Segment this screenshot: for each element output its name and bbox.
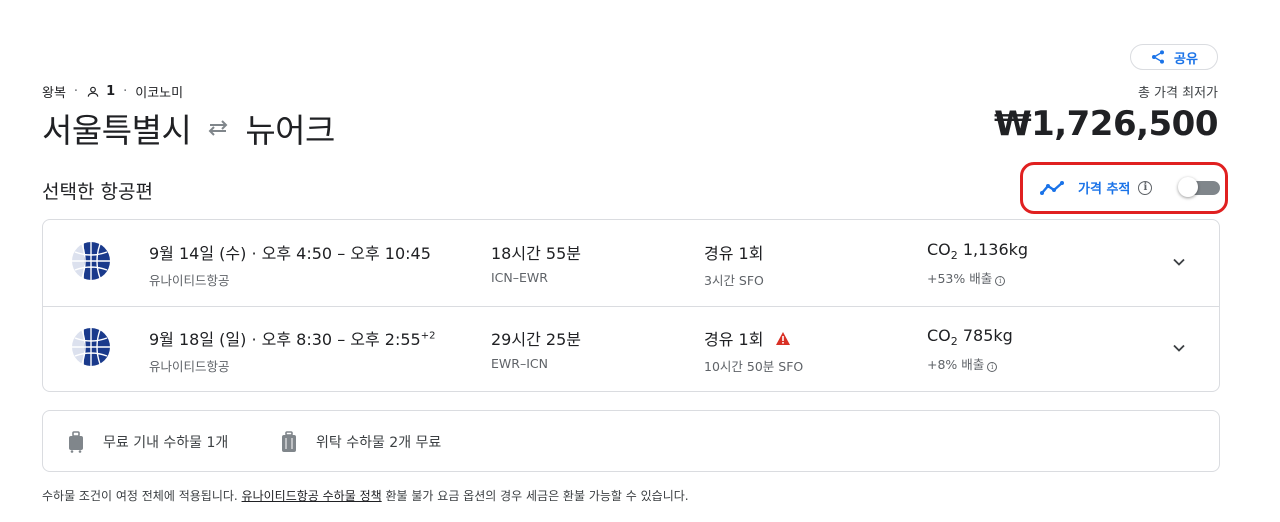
flight-row[interactable]: 9월 14일 (수) · 오후 4:50 – 오후 10:45 유나이티드항공 …: [43, 220, 1219, 307]
info-icon[interactable]: i: [987, 362, 998, 373]
toggle-knob: [1178, 177, 1198, 197]
flight-date: 9월 14일 (수): [149, 244, 247, 263]
chevron-down-icon[interactable]: [1169, 338, 1189, 358]
carry-on-bag-label: 무료 기내 수하물 1개: [103, 435, 229, 451]
stops: 경유 1회: [704, 326, 803, 350]
emissions-delta: +8% 배출: [927, 357, 985, 373]
carry-on-bag-icon: [69, 431, 83, 453]
arrival-time: 오후 10:45: [350, 244, 431, 263]
share-label: 공유: [1174, 51, 1198, 67]
flight-row[interactable]: 9월 18일 (일) · 오후 8:30 – 오후 2:55+2 유나이티드항공…: [43, 306, 1219, 392]
origin-city: 서울특별시: [42, 111, 192, 150]
cabin-class: 이코노미: [135, 86, 184, 101]
chevron-down-icon[interactable]: [1169, 252, 1189, 272]
info-icon[interactable]: i: [1138, 180, 1153, 195]
price-tracking-toggle[interactable]: [1178, 177, 1220, 197]
destination-city: 뉴어크: [245, 111, 335, 150]
flight-route: ICN–EWR: [491, 270, 548, 285]
flight-route: EWR–ICN: [491, 356, 548, 371]
united-airlines-logo: [70, 326, 112, 368]
departure-time: 오후 4:50: [261, 244, 333, 263]
checked-bag-icon: [282, 431, 296, 452]
emissions-delta: +53% 배출: [927, 271, 993, 287]
checked-bag-label: 위탁 수하물 2개 무료: [316, 435, 442, 451]
flight-duration: 18시간 55분: [491, 244, 581, 263]
trip-type: 왕복: [42, 86, 66, 101]
share-button[interactable]: 공유: [1130, 44, 1218, 70]
price-tracking-label: 가격 추적: [1078, 182, 1131, 197]
baggage-policy-link[interactable]: 유나이티드항공 수하물 정책: [242, 489, 382, 503]
flight-date: 9월 18일 (일): [149, 330, 247, 349]
trend-line-icon: [1040, 180, 1064, 195]
flight-times: 9월 18일 (일) · 오후 8:30 – 오후 2:55+2: [149, 330, 436, 349]
info-icon[interactable]: i: [995, 276, 1006, 287]
trip-meta: 왕복 · 1 · 이코노미: [42, 84, 184, 101]
airline-name: 유나이티드항공: [149, 273, 230, 288]
baggage-info: 무료 기내 수하물 1개 위탁 수하물 2개 무료: [42, 410, 1220, 472]
price-label: 총 가격 최저가: [1137, 86, 1218, 101]
baggage-footnote: 수하물 조건이 여정 전체에 적용됩니다. 유나이티드항공 수하물 정책 환불 …: [42, 489, 689, 503]
layover: 10시간 50분 SFO: [704, 359, 804, 374]
warning-icon[interactable]: [775, 331, 791, 346]
day-offset: +2: [420, 330, 436, 342]
departure-time: 오후 8:30: [261, 330, 333, 349]
route-title: 서울특별시 뉴어크: [42, 104, 335, 152]
airline-name: 유나이티드항공: [149, 359, 230, 374]
co2-emissions: CO2 1,136kg: [927, 240, 1029, 263]
stops: 경유 1회: [704, 244, 764, 263]
share-icon: [1152, 50, 1165, 64]
flight-duration: 29시간 25분: [491, 330, 581, 349]
total-price: ₩1,726,500: [994, 104, 1218, 144]
arrival-time: 오후 2:55: [350, 330, 421, 349]
co2-emissions: CO2 785kg: [927, 326, 1013, 349]
passenger-count: 1: [106, 84, 116, 99]
price-tracking[interactable]: 가격 추적 i: [1040, 178, 1153, 197]
flight-times: 9월 14일 (수) · 오후 4:50 – 오후 10:45: [149, 244, 431, 263]
united-airlines-logo: [70, 240, 112, 282]
selected-flights-heading: 선택한 항공편: [42, 181, 153, 203]
flights-card: 9월 14일 (수) · 오후 4:50 – 오후 10:45 유나이티드항공 …: [42, 219, 1220, 392]
person-icon: [87, 86, 99, 97]
round-trip-arrows-icon: [208, 120, 228, 136]
layover: 3시간 SFO: [704, 273, 764, 288]
